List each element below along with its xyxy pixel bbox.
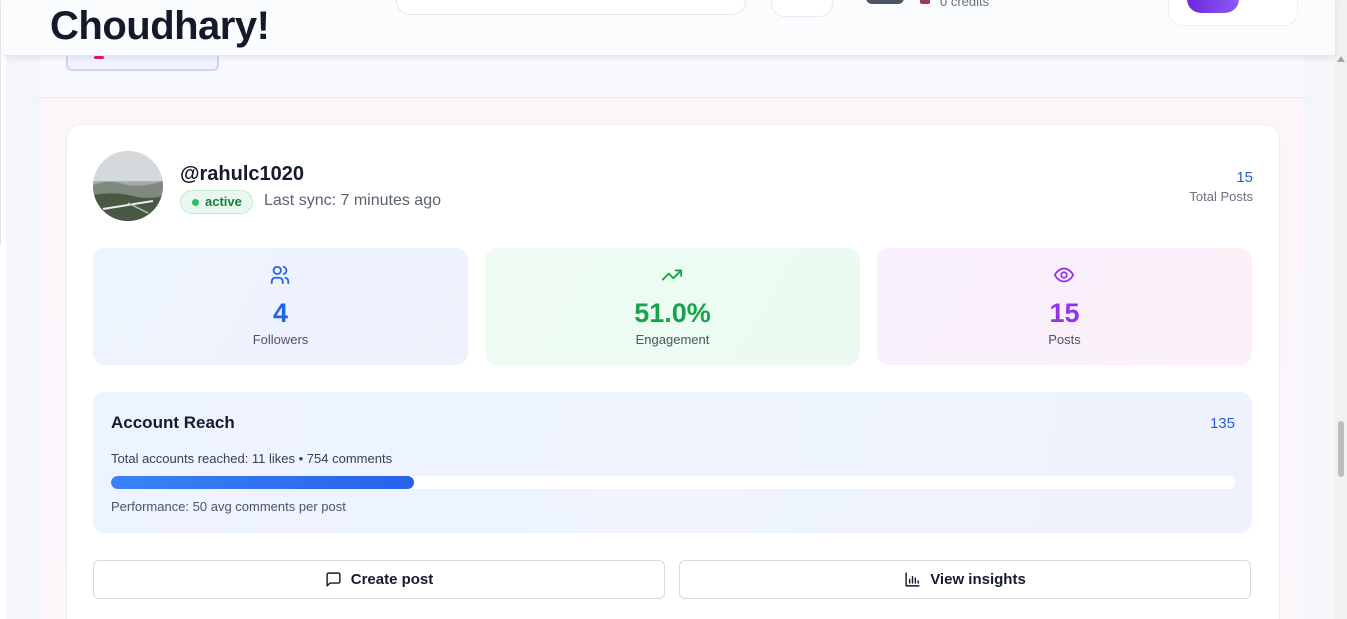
scrollbar-thumb[interactable] [1338,421,1344,477]
reach-progress-track [111,476,1235,489]
reach-title: Account Reach [111,413,235,432]
account-handle: @rahulc1020 [180,163,305,185]
credits-text: 0 credits [940,0,990,9]
total-posts-label: Total Posts [1189,189,1253,204]
reach-value: 135 [1209,415,1235,432]
scroll-up-arrow-icon[interactable] [1337,56,1345,62]
avatar [93,151,163,221]
users-icon [270,265,290,285]
reach-performance: Performance: 50 avg comments per post [111,499,346,514]
engagement-value: 51.0% [634,298,711,328]
trending-up-icon [661,269,683,281]
create-post-button[interactable]: Create post [93,560,665,599]
instagram-icon [94,56,104,59]
posts-value: 15 [1049,298,1080,328]
reach-progress-fill [111,476,415,489]
posts-label: Posts [1048,332,1081,347]
vertical-scrollbar[interactable] [1335,0,1347,619]
total-posts-value: 15 [1236,169,1253,186]
view-insights-button[interactable]: View insights [679,560,1251,599]
status-badge: active [180,190,253,214]
followers-label: Followers [252,332,309,347]
account-card: @rahulc1020 active Last sync: 7 minutes … [67,125,1279,619]
engagement-label: Engagement [635,332,710,347]
status-text: active [205,194,242,209]
page-background: @rahulc1020 active Last sync: 7 minutes … [6,0,1335,619]
reach-subtitle: Total accounts reached: 11 likes • 754 c… [111,451,393,466]
profile-avatar[interactable] [1187,0,1239,13]
credits-badge [866,0,904,4]
credits-icon [920,0,930,4]
posts-stat-card: 15 Posts [877,248,1252,365]
view-insights-label: View insights [930,571,1026,588]
status-dot-icon [192,199,199,206]
search-input[interactable] [396,0,746,15]
followers-stat-card: 4 Followers [93,248,468,365]
greeting-title: Choudhary! [50,4,270,48]
account-reach-panel: Account Reach 135 Total accounts reached… [93,392,1252,533]
followers-value: 4 [272,298,289,328]
message-square-icon [326,572,341,587]
instagram-tab[interactable] [66,56,219,71]
notification-button[interactable] [771,0,833,17]
top-header: Choudhary! 0 credits [4,0,1335,56]
bar-chart-icon [905,572,920,587]
engagement-stat-card: 51.0% Engagement [485,248,860,365]
create-post-label: Create post [350,571,434,588]
eye-icon [1053,267,1075,283]
last-sync-text: Last sync: 7 minutes ago [264,192,441,209]
